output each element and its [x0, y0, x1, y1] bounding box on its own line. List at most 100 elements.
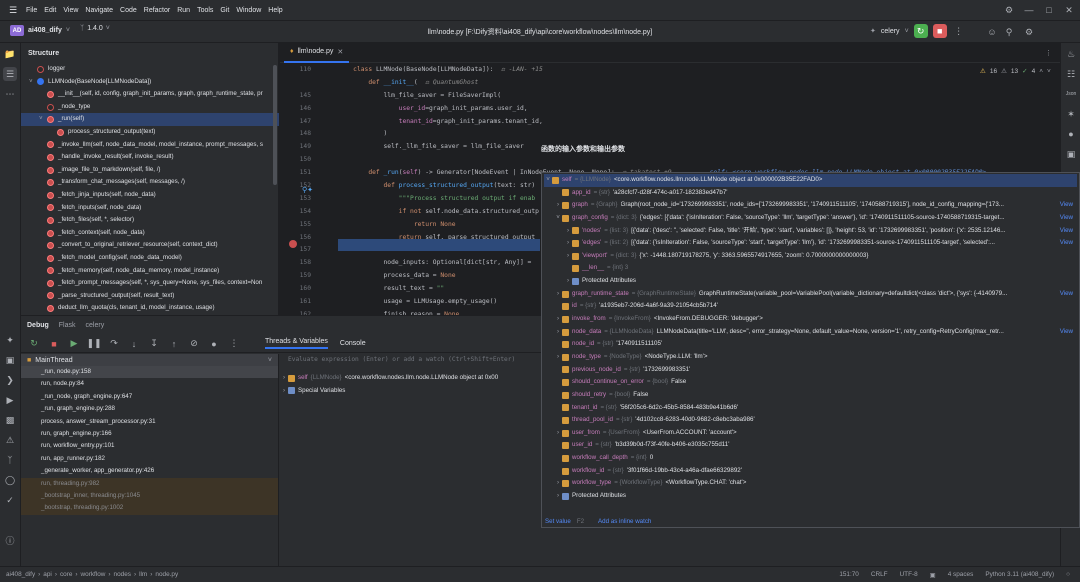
- chevron-right-icon[interactable]: ›: [564, 237, 572, 250]
- popup-variable-row[interactable]: › node_type = {NodeType} <NodeType.LLM: 'll…: [544, 351, 1077, 364]
- chevron-right-icon[interactable]: ›: [554, 326, 562, 339]
- popup-variable-row[interactable]: should_retry = {bool} False: [544, 389, 1077, 402]
- stop-icon[interactable]: ■: [47, 337, 61, 351]
- view-link[interactable]: View: [1060, 326, 1077, 339]
- popup-variable-row[interactable]: tenant_id = {str} '56f205c6-6d2c-45b5-8584…: [544, 402, 1077, 415]
- structure-item[interactable]: ˅ LLMNode(BaseNode[LLMNodeData]): [21, 76, 279, 89]
- tab-console[interactable]: Console: [340, 340, 366, 347]
- popup-variable-row[interactable]: id = {str}'a1935eb7-206d-4a6f-9a39-21054c…: [544, 300, 1077, 313]
- stack-frame[interactable]: run, graph_engine.py:166: [21, 428, 278, 440]
- method-gutter-icons[interactable]: ⚲✦: [302, 186, 313, 194]
- popup-variable-row[interactable]: › graph_runtime_state = {GraphRuntimeState…: [544, 288, 1077, 301]
- file-encoding[interactable]: UTF-8: [900, 571, 918, 578]
- chevron-right-icon[interactable]: ›: [554, 477, 562, 490]
- python-console-icon[interactable]: ❯: [3, 373, 17, 387]
- stack-frame[interactable]: run, threading.py:982: [21, 477, 278, 490]
- structure-item[interactable]: _image_file_to_markdown(self, file, /): [21, 164, 279, 177]
- structure-item[interactable]: _fetch_context(self, node_data): [21, 227, 279, 240]
- pause-icon[interactable]: ❚❚: [86, 337, 101, 351]
- popup-variable-row[interactable]: ˅ graph_config = {dict: 3} {'edges': [{'dat…: [544, 212, 1077, 225]
- tab-threads-variables[interactable]: Threads & Variables: [265, 338, 328, 349]
- search-icon[interactable]: ⚲: [1002, 25, 1016, 39]
- notifications-icon[interactable]: ♨: [1064, 47, 1078, 61]
- popup-variable-row[interactable]: thread_pool_id = {str} '4d102cc8-6283-40d0…: [544, 414, 1077, 427]
- scrollbar[interactable]: [273, 65, 277, 185]
- view-link[interactable]: View: [1060, 237, 1077, 250]
- popup-variable-row[interactable]: node_id = {str} '1740911511105': [544, 338, 1077, 351]
- breadcrumb-item[interactable]: node.py: [155, 571, 178, 578]
- menu-view[interactable]: View: [63, 7, 78, 14]
- breadcrumb-item[interactable]: api: [43, 571, 52, 578]
- view-link[interactable]: View: [1060, 225, 1077, 238]
- mute-breakpoints-icon[interactable]: ⊘: [187, 337, 201, 351]
- popup-variable-row[interactable]: app_id = {str}'a28cfcf7-d28f-474c-a017-18…: [544, 187, 1077, 200]
- more-icon[interactable]: ⋮: [227, 337, 241, 351]
- debug-tab-flask[interactable]: Flask: [59, 322, 76, 329]
- thread-selector[interactable]: ■ MainThread ˅: [21, 354, 278, 366]
- problems-icon[interactable]: ⚠: [3, 433, 17, 447]
- menu-code[interactable]: Code: [120, 7, 137, 14]
- structure-item[interactable]: _fetch_memory(self, node_data_memory, mo…: [21, 265, 279, 278]
- indent-settings[interactable]: 4 spaces: [948, 571, 974, 578]
- step-into-my-code-icon[interactable]: ↧: [147, 337, 161, 351]
- close-tab-icon[interactable]: ✕: [337, 48, 343, 56]
- chevron-right-icon[interactable]: ›: [564, 225, 572, 238]
- stack-frame[interactable]: _bootstrap_inner, threading.py:1045: [21, 489, 278, 503]
- step-out-icon[interactable]: ↑: [167, 337, 181, 351]
- chevron-right-icon[interactable]: ›: [280, 372, 288, 385]
- evaluate-expression-input[interactable]: Evaluate expression (Enter) or add a wat…: [280, 354, 540, 366]
- minimize-icon[interactable]: —: [1022, 3, 1036, 17]
- chevron-right-icon[interactable]: ›: [564, 275, 572, 288]
- variable-row[interactable]: › self {LLMNode} <core.workflow.nodes.llm.n…: [280, 372, 540, 385]
- structure-icon[interactable]: ☰: [3, 67, 17, 81]
- event-log-icon[interactable]: ◯: [3, 473, 17, 487]
- more-tabs-icon[interactable]: ⋮: [1045, 49, 1052, 57]
- stack-frame[interactable]: _run, node.py:158: [21, 366, 278, 379]
- line-separator[interactable]: CRLF: [871, 571, 888, 578]
- stack-frame[interactable]: _generate_worker, app_generator.py:426: [21, 465, 278, 477]
- hamburger-icon[interactable]: ☰: [6, 3, 20, 17]
- add-inline-watch-link[interactable]: Add as inline watch: [598, 518, 651, 525]
- structure-item[interactable]: __init__(self, id, config, graph_init_pa…: [21, 88, 279, 101]
- structure-item[interactable]: _handle_invoke_result(self, invoke_resul…: [21, 151, 279, 164]
- structure-item[interactable]: _fetch_prompt_messages(self, *, sys_quer…: [21, 277, 279, 290]
- resume-icon[interactable]: ▶: [67, 337, 81, 351]
- database-icon[interactable]: ☷: [1064, 67, 1078, 81]
- popup-variable-row[interactable]: workflow_call_depth = {int} 0: [544, 452, 1077, 465]
- structure-item[interactable]: _fetch_model_config(self, node_data_mode…: [21, 252, 279, 265]
- popup-variable-row[interactable]: user_id = {str}'b3d39b0d-f73f-40fe-b406-e…: [544, 439, 1077, 452]
- info-icon[interactable]: ⓘ: [3, 533, 17, 547]
- editor-tab[interactable]: ♦ llm\node.py ✕: [284, 43, 350, 63]
- popup-variable-row[interactable]: › workflow_type = {WorkflowType} <WorkflowT…: [544, 477, 1077, 490]
- popup-variable-row[interactable]: › Protected Attributes: [544, 490, 1077, 503]
- popup-variable-row[interactable]: previous_node_id = {str} '1732699983351': [544, 364, 1077, 377]
- stack-frame[interactable]: _bootstrap, threading.py:1002: [21, 502, 278, 515]
- menu-help[interactable]: Help: [268, 7, 282, 14]
- menu-git[interactable]: Git: [220, 7, 229, 14]
- structure-item[interactable]: _fetch_jinja_inputs(self, node_data): [21, 189, 279, 202]
- gear-icon[interactable]: ⚙: [1022, 25, 1036, 39]
- structure-item[interactable]: _fetch_files(self, *, selector): [21, 214, 279, 227]
- settings-icon[interactable]: ⚙: [1002, 3, 1016, 17]
- popup-variable-row[interactable]: › Protected Attributes: [544, 275, 1077, 288]
- popup-variable-row[interactable]: › graph = {Graph} Graph(root_node_id='17326…: [544, 199, 1077, 212]
- close-window-icon[interactable]: ✕: [1062, 3, 1076, 17]
- breadcrumb-item[interactable]: llm: [139, 571, 147, 578]
- copilot-icon[interactable]: ●: [1064, 127, 1078, 141]
- variable-row[interactable]: › Special Variables: [280, 385, 540, 398]
- menu-window[interactable]: Window: [236, 7, 261, 14]
- json-icon[interactable]: Json: [1064, 87, 1078, 101]
- view-link[interactable]: View: [1060, 199, 1077, 212]
- breadcrumb-item[interactable]: workflow: [81, 571, 106, 578]
- chevron-right-icon[interactable]: ›: [554, 288, 562, 301]
- structure-item[interactable]: logger: [21, 63, 279, 76]
- plugin-icon[interactable]: ▣: [1064, 147, 1078, 161]
- stack-frame[interactable]: _run_node, graph_engine.py:647: [21, 391, 278, 403]
- chevron-right-icon[interactable]: ›: [554, 490, 562, 503]
- stack-frame[interactable]: run, node.py:84: [21, 378, 278, 390]
- chevron-down-icon[interactable]: ˅: [554, 212, 562, 225]
- stack-frame[interactable]: process, answer_stream_processor.py:31: [21, 416, 278, 428]
- menu-edit[interactable]: Edit: [44, 7, 56, 14]
- popup-variable-row[interactable]: › 'nodes' = {list: 3} [{'data': {'desc': ''…: [544, 225, 1077, 238]
- stack-frame[interactable]: run, workflow_entry.py:101: [21, 440, 278, 452]
